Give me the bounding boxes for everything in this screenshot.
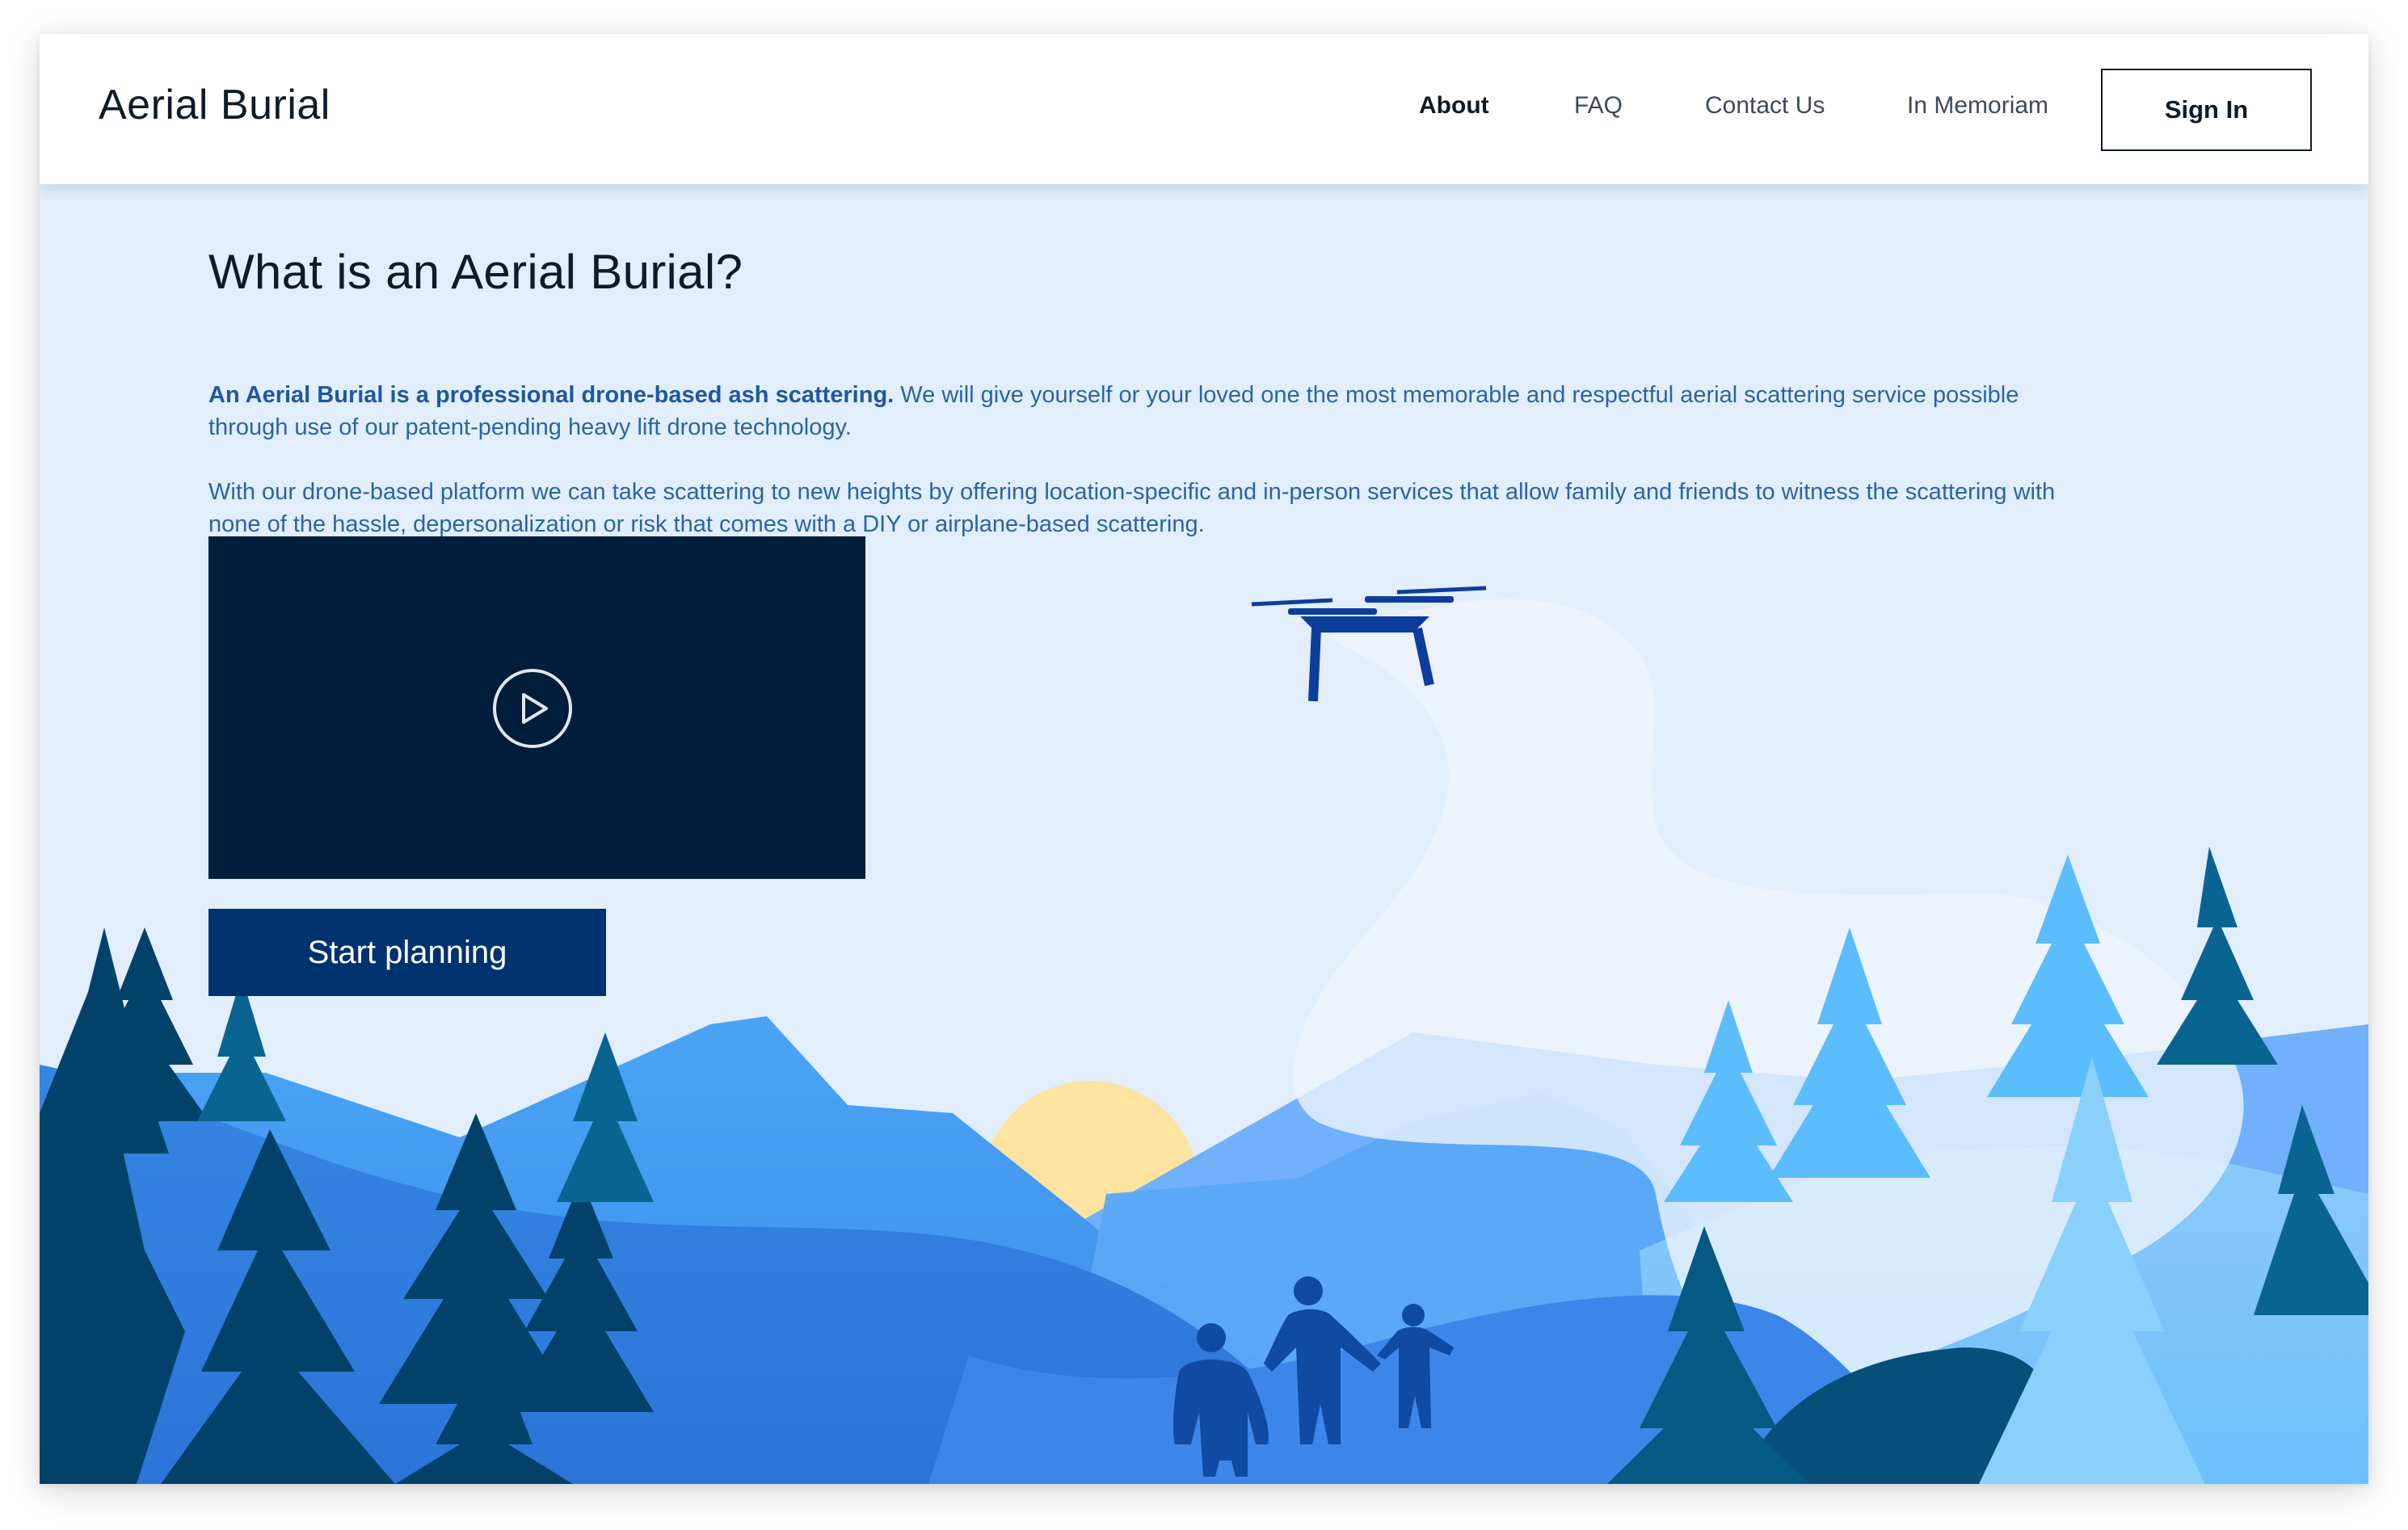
platform-text-line1: With our drone-based platform we can tak… [208,479,2056,505]
play-icon[interactable] [492,668,573,749]
nav-faq[interactable]: FAQ [1574,92,1623,120]
intro-text-line2: through use of our patent-pending heavy … [208,414,852,440]
browser-window: Aerial Burial About FAQ Contact Us In Me… [40,34,2368,1484]
intro-text: We will give yourself or your loved one … [894,382,2019,408]
start-planning-button[interactable]: Start planning [208,909,606,996]
main-content: What is an Aerial Burial? An Aerial Buri… [208,244,2245,537]
nav-about[interactable]: About [1419,92,1489,120]
site-header: Aerial Burial About FAQ Contact Us In Me… [40,34,2368,184]
platform-text-line2: none of the hassle, depersonalization or… [208,511,1205,537]
sign-in-button[interactable]: Sign In [2101,69,2312,151]
video-player[interactable] [208,536,865,879]
nav-in-memoriam[interactable]: In Memoriam [1907,92,2048,120]
page-title: What is an Aerial Burial? [208,245,743,299]
intro-paragraph: An Aerial Burial is a professional drone… [208,379,2229,443]
platform-paragraph: With our drone-based platform we can tak… [208,476,2229,540]
nav-contact-us[interactable]: Contact Us [1705,92,1825,120]
site-logo[interactable]: Aerial Burial [99,81,330,129]
intro-bold-text: An Aerial Burial is a professional drone… [208,382,895,408]
